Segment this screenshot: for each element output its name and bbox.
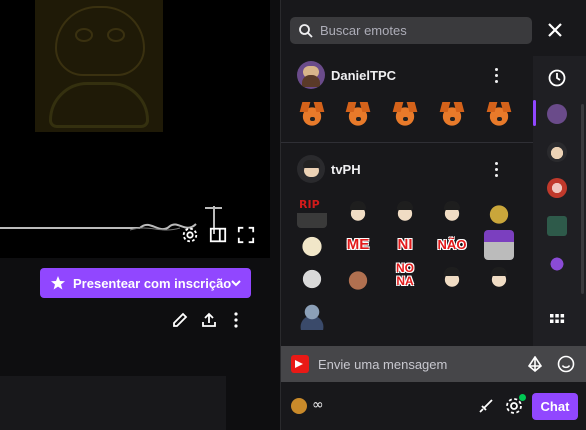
- emote[interactable]: [297, 100, 327, 130]
- sword-icon[interactable]: [477, 397, 495, 415]
- gift-subscription-button[interactable]: Presentear com inscrição: [40, 268, 251, 298]
- fullscreen-icon[interactable]: [236, 226, 256, 246]
- channel-avatar: [297, 61, 325, 89]
- video-player[interactable]: [0, 0, 270, 258]
- emote-section-name: tvPH: [331, 161, 361, 177]
- tab-channel[interactable]: [547, 252, 567, 272]
- emote[interactable]: [437, 198, 467, 228]
- tab-danieltpc[interactable]: [547, 104, 567, 124]
- emote-ni[interactable]: NI: [388, 230, 422, 260]
- bits-icon[interactable]: [527, 356, 543, 372]
- share-icon[interactable]: [200, 311, 218, 329]
- more-options-icon[interactable]: [227, 311, 245, 329]
- settings-icon[interactable]: [180, 226, 200, 246]
- emote[interactable]: [437, 100, 467, 130]
- emote[interactable]: [343, 264, 373, 294]
- emote[interactable]: [390, 100, 420, 130]
- section-options-icon[interactable]: [495, 68, 499, 84]
- star-icon: [51, 276, 65, 290]
- channel-points-icon[interactable]: [291, 398, 307, 414]
- emote-section-header: tvPH: [297, 154, 361, 184]
- tab-channel[interactable]: [547, 216, 567, 236]
- search-icon: [299, 24, 313, 38]
- emote[interactable]: [297, 230, 327, 260]
- emote-section-header: DanielTPC: [297, 60, 396, 90]
- active-tab-indicator: [533, 100, 536, 126]
- all-emotes-grid-icon[interactable]: [547, 310, 567, 330]
- artwork-face: [55, 6, 145, 76]
- emote-search-input[interactable]: Buscar emotes: [290, 17, 532, 44]
- gift-subscription-label: Presentear com inscrição: [73, 275, 232, 291]
- emote[interactable]: [484, 230, 514, 260]
- emote[interactable]: [343, 198, 373, 228]
- emote-search-placeholder: Buscar emotes: [320, 23, 407, 38]
- theatre-mode-icon[interactable]: [208, 226, 228, 246]
- emote[interactable]: [390, 198, 420, 228]
- emote[interactable]: [484, 100, 514, 130]
- chat-bottom-bar: ∞ Chat: [281, 382, 586, 430]
- chat-settings-icon[interactable]: [504, 394, 526, 416]
- artwork-headphones: [49, 82, 149, 128]
- tab-channel[interactable]: [547, 178, 567, 198]
- emote[interactable]: [484, 198, 514, 228]
- emote-category-tabs: [533, 56, 586, 346]
- emote-list: DanielTPC tvPH RIP ME NI NÃO NO NA: [281, 56, 533, 346]
- section-divider: [281, 142, 533, 143]
- channel-avatar: [297, 155, 325, 183]
- emote[interactable]: [484, 264, 514, 294]
- tab-tvph[interactable]: [547, 142, 567, 162]
- camera-icon[interactable]: [291, 355, 309, 373]
- emote[interactable]: [297, 300, 327, 330]
- emote-nao[interactable]: NÃO: [433, 230, 471, 260]
- emote[interactable]: [297, 264, 327, 294]
- emote[interactable]: [343, 100, 373, 130]
- close-icon[interactable]: [547, 22, 563, 38]
- chat-send-button[interactable]: Chat: [532, 393, 578, 420]
- section-options-icon[interactable]: [495, 162, 499, 178]
- artwork-eye-left: [75, 28, 93, 42]
- emote-me[interactable]: ME: [341, 230, 375, 260]
- emote-picker-icon[interactable]: [557, 355, 575, 373]
- stream-artwork: [35, 0, 163, 132]
- edit-icon[interactable]: [171, 311, 189, 329]
- chat-emote-picker: Buscar emotes DanielTPC tvPH RIP ME NI N…: [280, 0, 586, 430]
- tabs-scrollbar[interactable]: [581, 104, 584, 294]
- stream-page: Presentear com inscrição Buscar emotes D…: [0, 0, 586, 430]
- recent-emotes-icon[interactable]: [547, 68, 567, 88]
- artwork-eye-right: [107, 28, 125, 42]
- emote-nona[interactable]: NO NA: [388, 260, 422, 290]
- emote-rip[interactable]: RIP: [297, 198, 327, 228]
- emote-section-name: DanielTPC: [331, 67, 397, 83]
- chat-message-input[interactable]: Envie uma mensagem: [281, 346, 586, 382]
- emote[interactable]: [437, 264, 467, 294]
- content-panel: [0, 376, 226, 430]
- chat-message-placeholder: Envie uma mensagem: [318, 356, 448, 372]
- notification-dot: [519, 394, 526, 401]
- channel-points-balance: ∞: [312, 397, 324, 413]
- chevron-down-icon[interactable]: [230, 277, 242, 289]
